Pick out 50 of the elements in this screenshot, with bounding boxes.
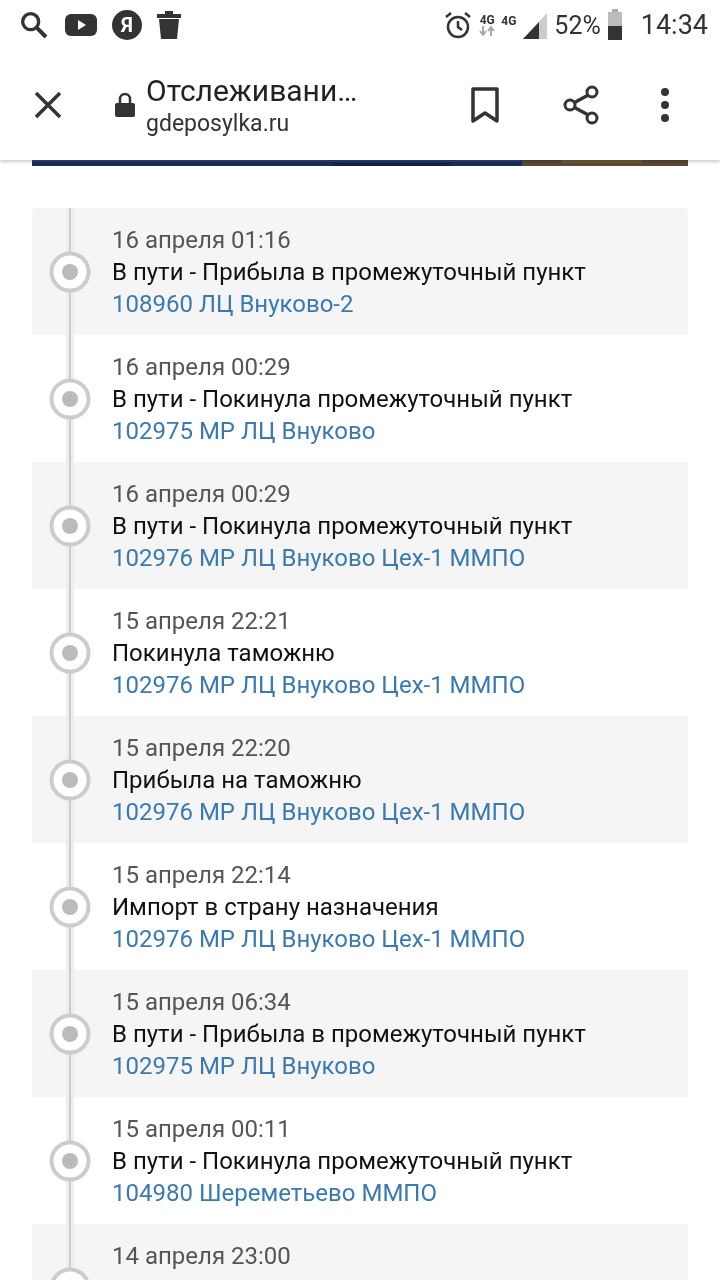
battery-percent: 52%	[554, 10, 601, 40]
event-status: В пути - Покинула промежуточный пункт	[112, 512, 573, 540]
search-icon	[18, 9, 50, 41]
event-date: 15 апреля 22:14	[112, 861, 292, 889]
trash-icon	[156, 10, 182, 40]
network-label: 4G	[501, 15, 517, 27]
event-location-link[interactable]: 108960 ЛЦ Внуково-2	[112, 290, 586, 318]
lock-icon	[114, 92, 136, 118]
data-arrows-icon	[479, 26, 496, 36]
event-date: 14 апреля 23:00	[112, 1242, 291, 1270]
event-date: 15 апреля 22:20	[112, 734, 292, 762]
clock-time: 14:34	[640, 9, 708, 41]
page-url: gdeposylka.ru	[146, 110, 291, 137]
event-status: Импорт в страну назначения	[112, 893, 440, 921]
event-status: Покинула таможню	[112, 639, 336, 667]
event-date: 15 апреля 22:21	[112, 607, 292, 635]
more-menu-button[interactable]	[660, 87, 670, 123]
close-icon	[32, 89, 64, 121]
timeline-dot-icon	[49, 632, 91, 674]
event-date: 15 апреля 06:34	[112, 988, 292, 1016]
event-location-link[interactable]: 104980 Шереметьево ММПО	[112, 1179, 573, 1207]
timeline-dot-icon	[49, 378, 91, 420]
timeline-dot-icon	[49, 886, 91, 928]
video-play-icon	[64, 12, 98, 38]
app-badge: Я	[112, 10, 142, 40]
share-button[interactable]	[562, 85, 600, 125]
timeline-dot-icon	[49, 1013, 91, 1055]
timeline-dot-icon	[49, 505, 91, 547]
event-date: 16 апреля 00:29	[112, 480, 292, 508]
battery-icon	[606, 9, 623, 41]
event-status: Прибыла на таможню	[112, 766, 363, 794]
event-location-link[interactable]: 102976 МР ЛЦ Внуково Цех-1 ММПО	[112, 925, 526, 953]
event-status: В пути - Прибыла в промежуточный пункт	[112, 258, 586, 286]
timeline-dot-icon	[49, 1140, 91, 1182]
event-location-link[interactable]: 102976 МР ЛЦ Внуково Цех-1 ММПО	[112, 544, 573, 572]
event-date: 15 апреля 00:11	[112, 1115, 292, 1143]
event-location-link[interactable]: 102976 МР ЛЦ Внуково Цех-1 ММПО	[112, 671, 526, 699]
event-status: В пути - Покинула промежуточный пункт	[112, 385, 573, 413]
event-location-link[interactable]: 102975 МР ЛЦ Внуково	[112, 417, 573, 445]
timeline-dot-icon	[49, 759, 91, 801]
network-label: 4G	[479, 14, 495, 26]
event-date: 16 апреля 00:29	[112, 353, 292, 381]
timeline-dot-icon	[49, 251, 91, 293]
event-location-link[interactable]: 102975 МР ЛЦ Внуково	[112, 1052, 586, 1080]
event-status: В пути - Покинула промежуточный пункт	[112, 1147, 573, 1175]
bookmark-button[interactable]	[470, 86, 500, 124]
page-title: Отслеживани…	[146, 73, 359, 108]
event-date: 16 апреля 01:16	[112, 226, 292, 254]
event-location-link[interactable]: 102976 МР ЛЦ Внуково Цех-1 ММПО	[112, 798, 526, 826]
event-status: В пути - Прибыла в промежуточный пункт	[112, 1020, 586, 1048]
